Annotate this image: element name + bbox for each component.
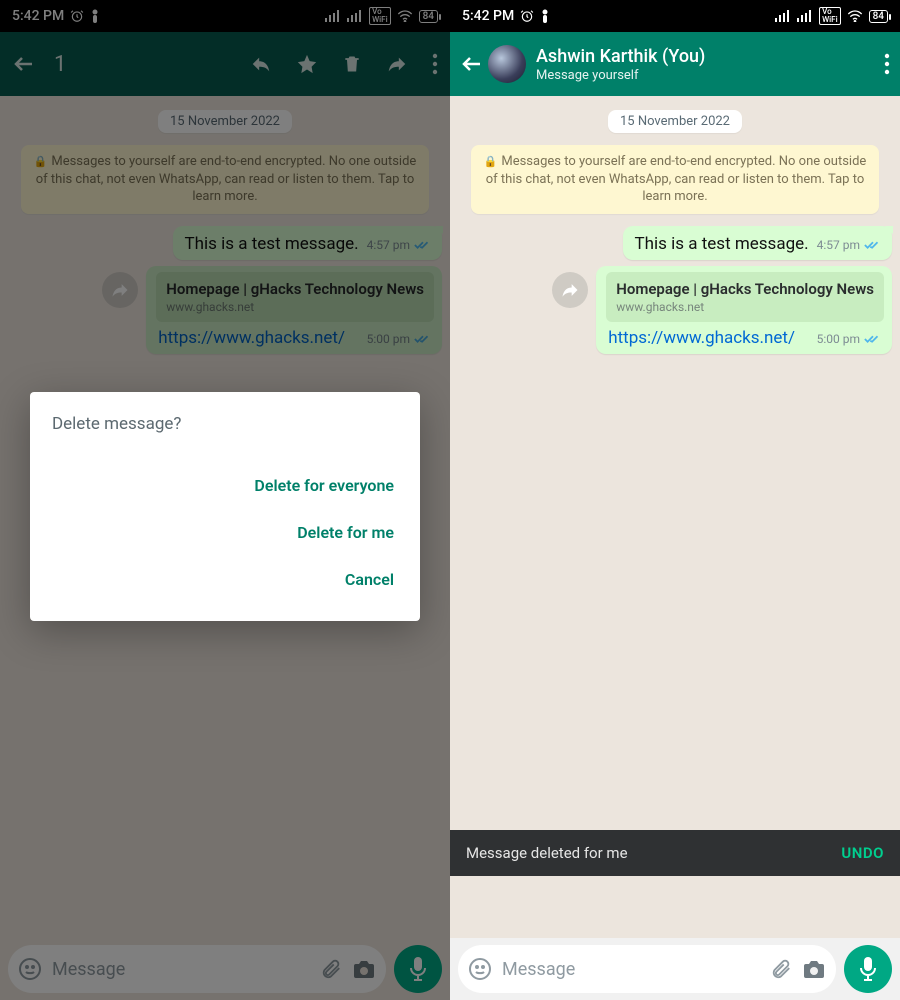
signal-icon (775, 10, 791, 22)
message-text: This is a test message. (635, 234, 809, 254)
link-preview-domain: www.ghacks.net (616, 300, 874, 314)
composer: Message (450, 938, 900, 1000)
chat-toolbar: Ashwin Karthik (You) Message yourself (450, 32, 900, 96)
camera-icon[interactable] (802, 958, 826, 980)
lock-icon: 🔒 (484, 155, 498, 168)
more-icon[interactable] (884, 53, 890, 75)
screenshot-left: 5:42 PM VoWiFi 84 1 15 November 2022 🔒 (0, 0, 450, 1000)
person-icon (540, 9, 550, 23)
delete-me-button[interactable]: Delete for me (293, 509, 398, 556)
cancel-button[interactable]: Cancel (341, 556, 398, 603)
message-input[interactable]: Message (458, 945, 836, 993)
battery-icon: 84 (869, 10, 888, 23)
delete-everyone-button[interactable]: Delete for everyone (250, 462, 398, 509)
forward-bubble-icon[interactable] (552, 272, 588, 308)
date-pill: 15 November 2022 (608, 110, 742, 133)
status-time: 5:42 PM (462, 8, 514, 24)
link-preview[interactable]: Homepage | gHacks Technology News www.gh… (606, 272, 884, 322)
signal2-icon (797, 10, 813, 22)
vowifi-icon: VoWiFi (819, 7, 841, 25)
status-bar: 5:42 PM VoWiFi 84 (450, 0, 900, 32)
screenshot-right: 5:42 PM VoWiFi 84 Ashwin Karthik (You) M… (450, 0, 900, 1000)
read-ticks-icon (864, 239, 882, 251)
link-text[interactable]: https://www.ghacks.net/ (608, 328, 795, 348)
avatar[interactable] (488, 45, 526, 83)
chat-title-block[interactable]: Ashwin Karthik (You) Message yourself (536, 46, 884, 83)
message-row[interactable]: This is a test message. 4:57 pm (458, 226, 892, 260)
message-time: 5:00 pm (817, 332, 860, 346)
alarm-icon (520, 9, 534, 23)
message-row[interactable]: Homepage | gHacks Technology News www.gh… (458, 266, 892, 354)
mic-button[interactable] (844, 945, 892, 993)
encryption-notice[interactable]: 🔒Messages to yourself are end-to-end enc… (471, 145, 879, 214)
chat-area: 15 November 2022 🔒Messages to yourself a… (450, 96, 900, 938)
back-button[interactable] (460, 52, 484, 76)
undo-button[interactable]: UNDO (841, 844, 884, 862)
snackbar: Message deleted for me UNDO (450, 830, 900, 876)
attach-icon[interactable] (770, 958, 792, 980)
emoji-icon[interactable] (468, 957, 492, 981)
link-preview-title: Homepage | gHacks Technology News (616, 280, 874, 298)
wifi-icon (847, 10, 863, 22)
contact-name: Ashwin Karthik (You) (536, 46, 884, 67)
snackbar-text: Message deleted for me (466, 844, 628, 862)
dialog-title: Delete message? (52, 414, 398, 434)
delete-dialog: Delete message? Delete for everyone Dele… (30, 392, 420, 621)
read-ticks-icon (864, 333, 882, 345)
contact-subtitle: Message yourself (536, 68, 884, 83)
message-placeholder: Message (502, 959, 760, 980)
message-time: 4:57 pm (817, 238, 860, 252)
